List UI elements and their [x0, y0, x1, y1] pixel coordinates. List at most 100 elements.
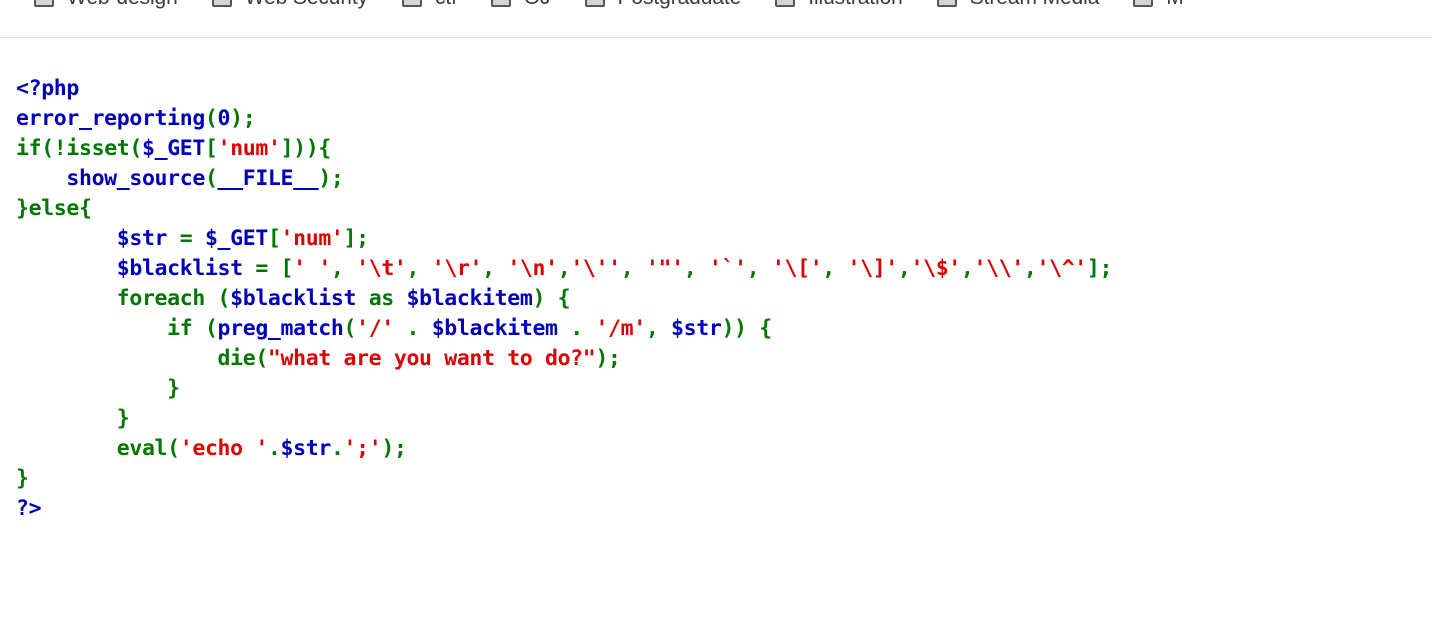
code-line: show_source(__FILE__); [16, 164, 1432, 194]
code-token: '\]' [847, 255, 899, 281]
code-line: } [16, 404, 1432, 434]
code-token: error_reporting [16, 105, 205, 131]
code-token: 'echo ' [179, 435, 269, 461]
code-token: $blacklist [116, 255, 243, 281]
code-token: ; [330, 165, 344, 191]
code-token: $str [280, 435, 332, 461]
code-token: ( [343, 315, 357, 341]
code-line: error_reporting(0); [16, 104, 1432, 134]
code-token: [ [267, 225, 281, 251]
code-token: $blackitem [431, 315, 558, 341]
code-token: 0 [217, 105, 231, 131]
code-token: '/' [356, 315, 394, 341]
php-source-listing: <?php error_reporting(0); if(!isset($_GET[… [16, 74, 1432, 524]
code-token: '\n' [507, 255, 558, 281]
code-token: } [16, 465, 29, 491]
code-line: $blacklist = [' ', '\t', '\r', '\n','\''… [16, 254, 1432, 284]
code-line: die("what are you want to do?"); [16, 344, 1432, 374]
code-token: = [167, 225, 205, 251]
category-item-illustration[interactable]: Illustration [775, 0, 903, 10]
category-label: Stream Media [970, 0, 1100, 10]
checkbox-icon[interactable] [936, 0, 957, 7]
code-line: }else{ [16, 194, 1432, 224]
code-token: ) [532, 285, 558, 311]
category-item-m[interactable]: M [1133, 0, 1184, 10]
code-token: , [482, 255, 508, 281]
code-token: foreach [116, 285, 206, 311]
category-item-postgraduate[interactable]: Postgraduate [584, 0, 742, 10]
category-item-stream-media[interactable]: Stream Media [936, 0, 1100, 10]
code-token: $blackitem [406, 285, 533, 311]
checkbox-icon[interactable] [1133, 0, 1154, 7]
code-token: } [167, 375, 180, 401]
code-token: die [217, 345, 256, 371]
code-line: foreach ($blacklist as $blackitem) { [16, 284, 1432, 314]
code-token: . [393, 315, 432, 341]
code-token: , [330, 255, 357, 281]
code-line: if (preg_match('/' . $blackitem . '/m', … [16, 314, 1432, 344]
code-token: '"' [645, 255, 684, 281]
code-token: '\r' [431, 255, 483, 281]
category-label: M [1166, 0, 1184, 10]
code-token: ) [381, 435, 394, 461]
code-token: , [645, 315, 672, 341]
code-token: , [683, 255, 709, 281]
code-token: , [406, 255, 432, 281]
checkbox-icon[interactable] [211, 0, 232, 7]
code-token: ( [204, 105, 218, 131]
code-token: $_GET [142, 135, 205, 161]
code-token: '\'' [570, 255, 621, 281]
code-token: (! [41, 135, 67, 161]
category-item-web-security[interactable]: Web Security [211, 0, 368, 10]
code-token: . [330, 435, 344, 461]
code-token: ] [343, 225, 357, 251]
category-item-ctf[interactable]: ctf [401, 0, 457, 10]
code-token: ( [192, 315, 218, 341]
checkbox-icon[interactable] [775, 0, 796, 7]
code-token: '\t' [356, 255, 407, 281]
code-line: $str = $_GET['num']; [16, 224, 1432, 254]
code-token: , [960, 255, 974, 281]
checkbox-icon[interactable] [34, 0, 54, 7]
code-line: if(!isset($_GET['num'])){ [16, 134, 1432, 164]
code-token: ';' [343, 435, 382, 461]
code-token: isset [66, 135, 130, 161]
code-line: } [16, 374, 1432, 404]
code-token: ( [204, 165, 218, 191]
checkbox-icon[interactable] [584, 0, 605, 7]
code-token: , [1023, 255, 1037, 281]
code-token: ( [129, 135, 142, 161]
code-token: preg_match [217, 315, 344, 341]
code-token: ])) [280, 135, 319, 161]
code-token: 'num' [280, 225, 344, 251]
checkbox-icon[interactable] [401, 0, 422, 7]
code-token: $str [116, 225, 168, 251]
category-item-oj[interactable]: OJ [490, 0, 551, 10]
code-token: ) [595, 345, 608, 371]
code-token: ) [318, 165, 331, 191]
code-token: )) [721, 315, 760, 341]
code-token: ) [230, 105, 243, 131]
category-item-web-design[interactable]: Web-design [34, 0, 178, 10]
checkbox-icon[interactable] [490, 0, 511, 7]
code-token: $str [671, 315, 722, 341]
code-token: ; [607, 345, 621, 371]
code-token: , [897, 255, 911, 281]
code-token: . [557, 315, 596, 341]
category-label: Postgraduate [618, 0, 742, 10]
code-token: , [822, 255, 848, 281]
code-token: } [116, 405, 130, 431]
code-token: <?php [16, 75, 79, 101]
code-token: 'num' [217, 135, 281, 161]
code-token: [ [280, 255, 294, 281]
code-token: '/m' [595, 315, 646, 341]
code-token: ( [167, 435, 180, 461]
code-token: ( [204, 285, 231, 311]
